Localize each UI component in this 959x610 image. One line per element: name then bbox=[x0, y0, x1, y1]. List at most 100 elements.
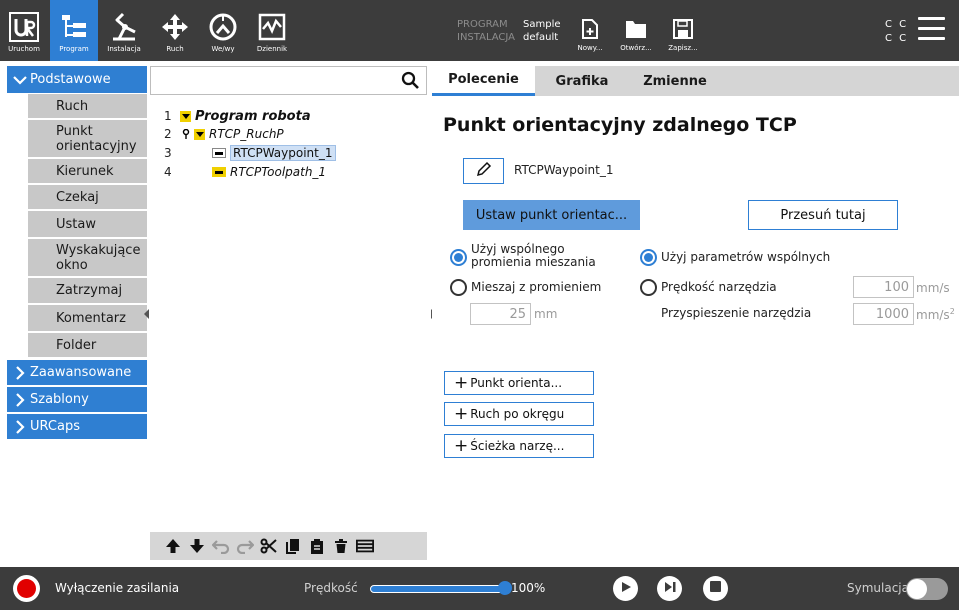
step-button[interactable] bbox=[657, 576, 682, 601]
sidebar-item-comment[interactable]: Komentarz bbox=[28, 305, 147, 332]
nav-log-button[interactable]: Dziennik bbox=[250, 0, 294, 61]
nav-run-button[interactable]: Uruchom bbox=[2, 0, 46, 61]
sidebar-item-label: Komentarz bbox=[56, 310, 126, 326]
tab-variables[interactable]: Zmienne bbox=[632, 66, 718, 96]
tree-label: RTCPToolpath_1 bbox=[230, 165, 327, 179]
save-disk-icon bbox=[673, 16, 693, 42]
add-waypoint-button[interactable]: + Punkt orienta... bbox=[444, 371, 594, 395]
blend-radius-label: Mieszaj z promieniem bbox=[471, 280, 602, 294]
program-tree-panel: 1 Program robota 2 RTCP_RuchP 3 RTCPWayp… bbox=[150, 66, 427, 560]
nav-installation-label: Instalacja bbox=[107, 45, 141, 53]
command-panel: Polecenie Grafika Zmienne Punkt orientac… bbox=[432, 66, 959, 560]
expand-triangle-icon[interactable] bbox=[194, 128, 205, 140]
nav-installation-button[interactable]: Instalacja bbox=[102, 0, 146, 61]
category-urcaps[interactable]: URCaps bbox=[7, 414, 147, 439]
tool-speed-label: Prędkość narzędzia bbox=[661, 280, 777, 294]
add-toolpath-label: Ścieżka narzę... bbox=[470, 439, 565, 453]
cut-icon[interactable] bbox=[260, 537, 278, 555]
add-toolpath-button[interactable]: + Ścieżka narzę... bbox=[444, 434, 594, 458]
move-here-button[interactable]: Przesuń tutaj bbox=[748, 200, 898, 230]
category-templates[interactable]: Szablony bbox=[7, 387, 147, 412]
blend-radius-input[interactable]: 25 bbox=[470, 303, 531, 325]
line-number: 1 bbox=[164, 109, 172, 123]
move-up-icon[interactable] bbox=[164, 537, 182, 555]
speed-slider-handle[interactable] bbox=[498, 581, 512, 595]
shared-blend-radio[interactable] bbox=[450, 249, 467, 266]
shared-params-radio[interactable] bbox=[640, 249, 657, 266]
tree-row-rtcp-move[interactable]: 2 RTCP_RuchP bbox=[164, 125, 284, 143]
tool-accel-unit: mm/s2 bbox=[916, 307, 955, 322]
sidebar-item-move[interactable]: Ruch bbox=[28, 94, 147, 119]
collapse-sidebar-icon[interactable] bbox=[143, 308, 150, 320]
sidebar-item-folder[interactable]: Folder bbox=[28, 333, 147, 358]
play-button[interactable] bbox=[613, 576, 638, 601]
suppress-icon[interactable] bbox=[356, 537, 374, 555]
expand-triangle-icon[interactable] bbox=[180, 110, 191, 122]
tool-speed-input[interactable]: 100 bbox=[853, 276, 914, 298]
open-file-button[interactable]: Otwórz... bbox=[613, 0, 659, 61]
tree-row-program[interactable]: 1 Program robota bbox=[164, 107, 311, 125]
stop-icon bbox=[710, 581, 721, 596]
tree-row-rtcp-waypoint[interactable]: 3 RTCPWaypoint_1 bbox=[164, 144, 336, 162]
program-tree-icon bbox=[60, 10, 88, 44]
nav-run-label: Uruchom bbox=[8, 45, 40, 53]
move-down-icon[interactable] bbox=[188, 537, 206, 555]
sidebar-item-popup[interactable]: Wyskakujące okno bbox=[28, 239, 147, 277]
paste-icon[interactable] bbox=[308, 537, 326, 555]
nav-program-button[interactable]: Program bbox=[50, 0, 98, 61]
tree-search-input[interactable] bbox=[150, 66, 427, 95]
tab-graphics[interactable]: Grafika bbox=[537, 66, 627, 96]
nav-program-label: Program bbox=[59, 45, 89, 53]
tree-label: RTCPWaypoint_1 bbox=[230, 145, 336, 161]
copy-icon[interactable] bbox=[284, 537, 302, 555]
pencil-icon bbox=[476, 161, 492, 181]
tab-command[interactable]: Polecenie bbox=[432, 66, 535, 96]
program-key: PROGRAM bbox=[457, 19, 508, 30]
sidebar-item-direction[interactable]: Kierunek bbox=[28, 159, 147, 184]
sidebar-item-wait[interactable]: Czekaj bbox=[28, 185, 147, 210]
new-file-button[interactable]: Nowy... bbox=[567, 0, 613, 61]
shared-blend-label-line2: promienia mieszania bbox=[471, 255, 596, 269]
top-bar: Uruchom Program Instalacja Ruch We/wy Dz… bbox=[0, 0, 959, 61]
blend-radius-unit: mm bbox=[534, 307, 558, 321]
rename-button[interactable] bbox=[463, 158, 504, 184]
program-name: Sample bbox=[523, 19, 561, 30]
speed-slider[interactable] bbox=[370, 585, 507, 593]
shared-blend-label: Użyj wspólnego promienia mieszania bbox=[471, 243, 596, 269]
sidebar-item-waypoint[interactable]: Punkt orientacyjny bbox=[28, 120, 147, 158]
tool-accel-unit-base: mm/s bbox=[916, 308, 950, 322]
save-file-label: Zapisz... bbox=[668, 44, 698, 52]
hamburger-menu-icon[interactable] bbox=[918, 17, 945, 41]
save-file-button[interactable]: Zapisz... bbox=[660, 0, 706, 61]
category-basic[interactable]: Podstawowe bbox=[7, 66, 147, 93]
new-file-label: Nowy... bbox=[577, 44, 603, 52]
redo-icon[interactable] bbox=[236, 537, 254, 555]
line-number: 2 bbox=[164, 127, 172, 141]
blend-radius-radio[interactable] bbox=[450, 279, 467, 296]
plus-icon: + bbox=[454, 372, 469, 393]
search-icon[interactable] bbox=[401, 71, 420, 94]
stop-button[interactable] bbox=[703, 576, 728, 601]
power-button[interactable] bbox=[13, 575, 40, 602]
simulation-toggle[interactable] bbox=[906, 578, 948, 600]
tool-speed-radio[interactable] bbox=[640, 279, 657, 296]
chevron-right-icon bbox=[10, 392, 30, 407]
add-circle-move-button[interactable]: + Ruch po okręgu bbox=[444, 402, 594, 426]
shared-params-label: Użyj parametrów wspólnych bbox=[661, 250, 831, 264]
tool-accel-input[interactable]: 1000 bbox=[853, 303, 914, 325]
delete-icon[interactable] bbox=[332, 537, 350, 555]
set-waypoint-button[interactable]: Ustaw punkt orientac... bbox=[463, 200, 640, 230]
tree-label: RTCP_RuchP bbox=[209, 127, 284, 141]
nav-move-button[interactable]: Ruch bbox=[155, 0, 195, 61]
sidebar-item-halt[interactable]: Zatrzymaj bbox=[28, 278, 147, 304]
add-circle-move-label: Ruch po okręgu bbox=[470, 407, 565, 421]
undo-icon[interactable] bbox=[212, 537, 230, 555]
move-arrows-icon bbox=[160, 10, 190, 44]
control-status-line2: C C bbox=[885, 33, 909, 44]
io-gauge-icon bbox=[208, 10, 238, 44]
sidebar-item-set[interactable]: Ustaw bbox=[28, 211, 147, 238]
tree-row-rtcp-toolpath[interactable]: 4 RTCPToolpath_1 bbox=[164, 163, 326, 181]
category-advanced[interactable]: Zaawansowane bbox=[7, 360, 147, 385]
nav-io-button[interactable]: We/wy bbox=[201, 0, 245, 61]
ur-logo-icon bbox=[9, 10, 39, 44]
